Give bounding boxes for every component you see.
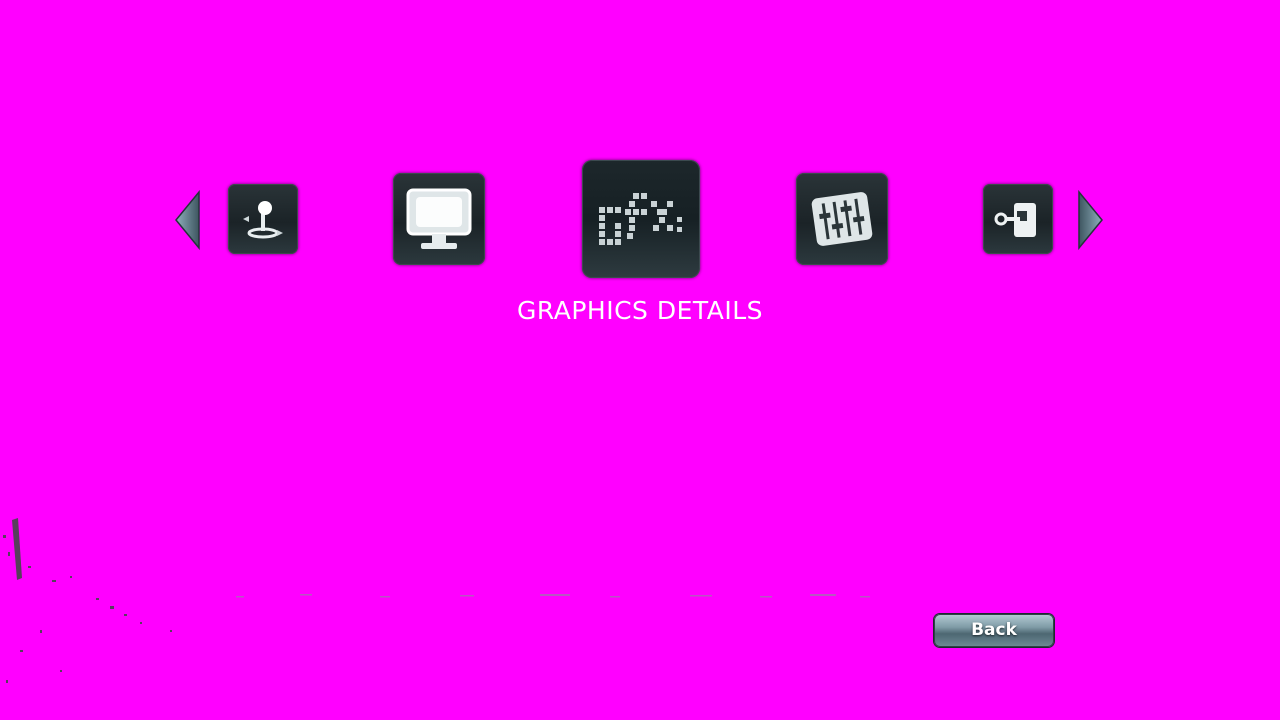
key-lock-icon xyxy=(994,203,1036,237)
arrow-left-icon xyxy=(175,190,200,250)
section-title: GRAPHICS DETAILS xyxy=(516,296,763,325)
category-graphics-tile[interactable] xyxy=(582,160,700,278)
gfx-icon xyxy=(599,193,682,245)
joystick-icon xyxy=(243,201,283,239)
monitor-icon xyxy=(406,188,472,249)
arrow-right-icon xyxy=(1078,190,1103,250)
category-display-tile[interactable] xyxy=(393,173,485,265)
background-texture xyxy=(3,518,870,683)
back-button[interactable]: Back xyxy=(934,614,1054,647)
carousel-prev-button[interactable] xyxy=(175,190,201,250)
mixer-sliders-icon xyxy=(811,192,873,246)
category-audio-tile[interactable] xyxy=(796,173,888,265)
category-keys-tile[interactable] xyxy=(983,184,1053,254)
category-controls-tile[interactable] xyxy=(228,184,298,254)
options-menu-screen: GRAPHICS DETAILS Back xyxy=(0,0,1280,720)
carousel-next-button[interactable] xyxy=(1077,190,1103,250)
